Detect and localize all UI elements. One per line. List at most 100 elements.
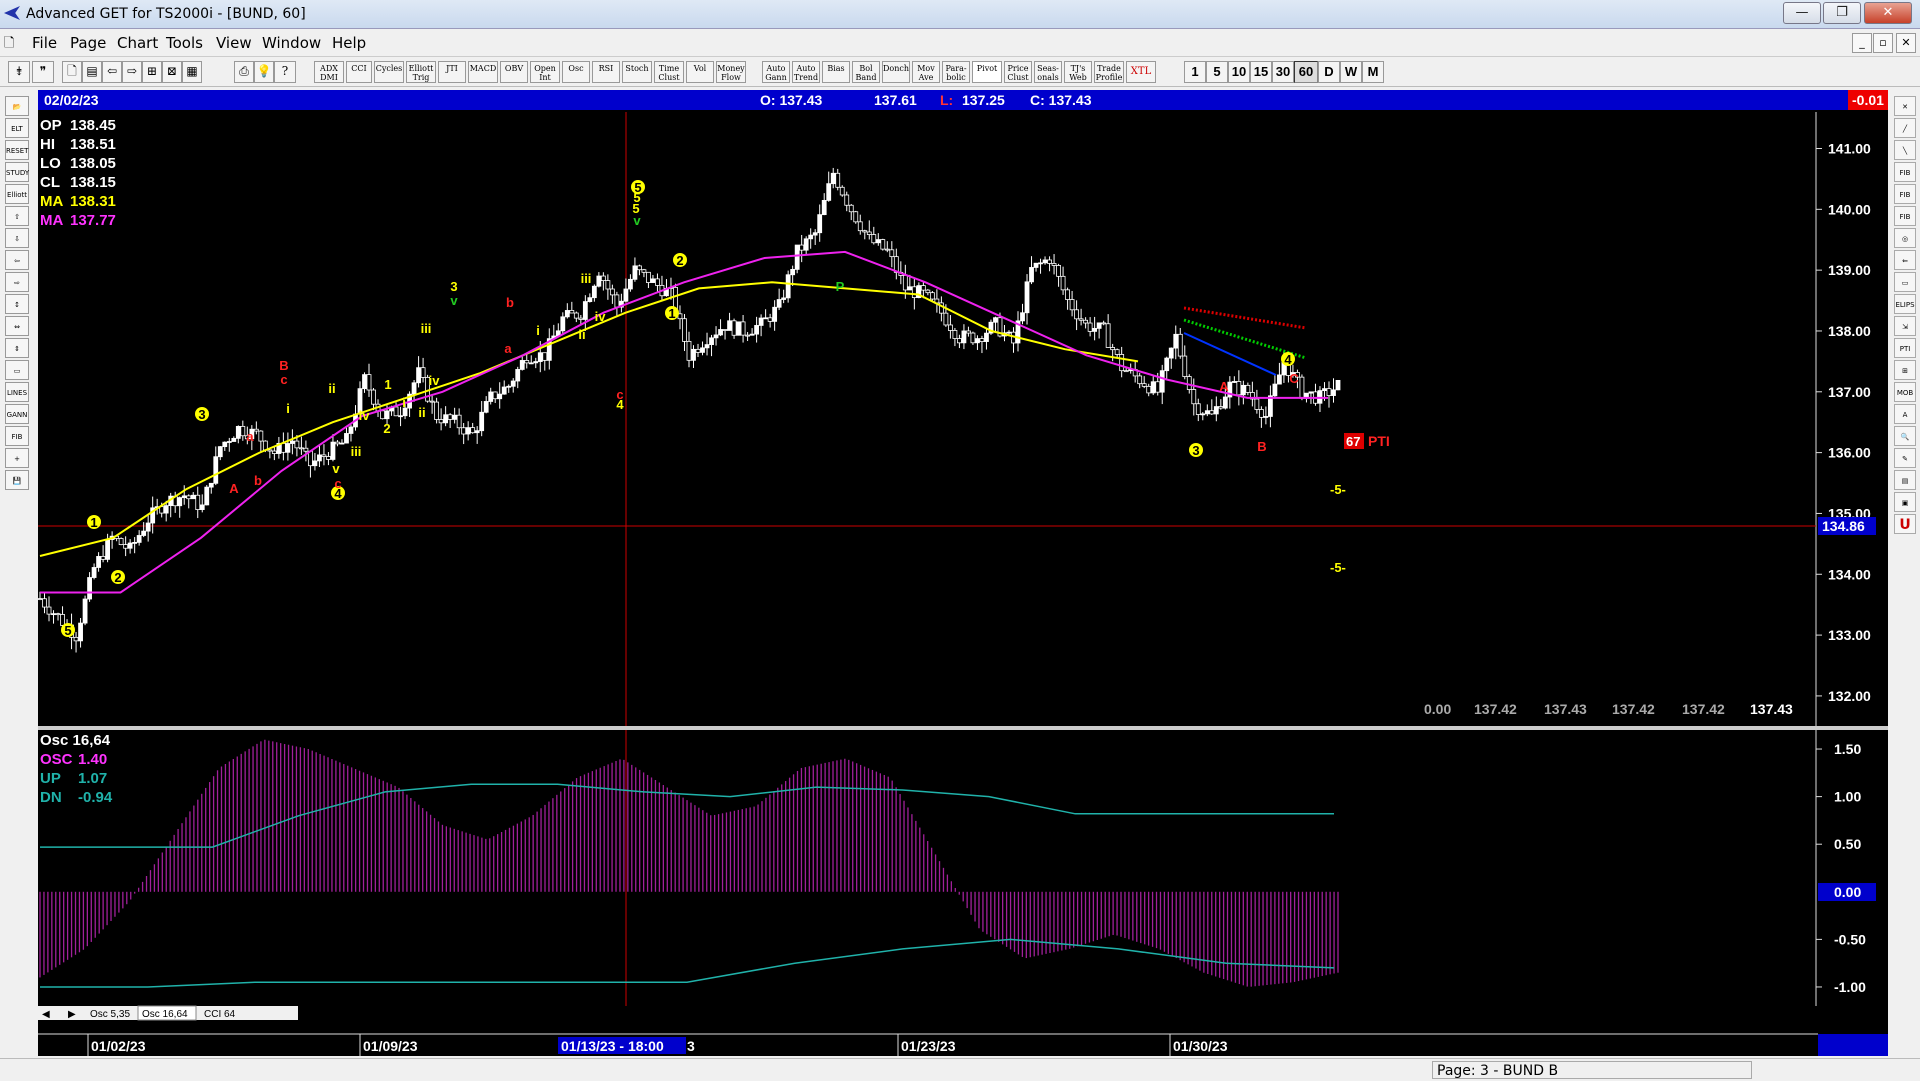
mdi-restore-button[interactable]: ▫ (1873, 33, 1893, 53)
print-icon[interactable]: ⎙ (234, 61, 254, 83)
close-button[interactable]: ✕ (1864, 2, 1912, 24)
menu-window[interactable]: Window (262, 34, 321, 52)
menu-help[interactable]: Help (332, 34, 366, 52)
left-tool-0-icon[interactable]: 📂 (5, 96, 29, 116)
period-1-button[interactable]: 1 (1184, 61, 1206, 83)
right-tool-18-icon[interactable]: ▣ (1894, 492, 1916, 512)
study-time-clust-button[interactable]: Time Clust (654, 61, 684, 83)
auto-trend-button[interactable]: Auto Trend (792, 61, 820, 83)
left-tool-9-icon[interactable]: ↕ (5, 294, 29, 314)
study-jti-button[interactable]: JTI (438, 61, 466, 83)
parabolic-button[interactable]: Para- bolic (942, 61, 970, 83)
period-10-button[interactable]: 10 (1228, 61, 1250, 83)
chart-canvas[interactable]: 02/02/23 O: 137.43 137.61 L: 137.25 C: 1… (37, 90, 1888, 1056)
mdi-close-button[interactable]: ✕ (1896, 33, 1916, 53)
right-tool-9-icon[interactable]: ELIPS (1894, 294, 1916, 314)
left-tool-4-icon[interactable]: Elliott (5, 184, 29, 204)
right-tool-14-icon[interactable]: A (1894, 404, 1916, 424)
forward-icon[interactable]: ⇨ (122, 61, 142, 83)
left-tool-13-icon[interactable]: LINES (5, 382, 29, 402)
left-tool-2-icon[interactable]: RESET (5, 140, 29, 160)
open-icon[interactable]: ▤ (82, 61, 102, 83)
study-money-flow-button[interactable]: Money Flow (716, 61, 746, 83)
tab-cci-64[interactable]: CCI 64 (204, 1009, 236, 1020)
menu-tools[interactable]: Tools (166, 34, 203, 52)
tjs-web-button[interactable]: TJ's Web (1064, 61, 1092, 83)
back-icon[interactable]: ⇦ (102, 61, 122, 83)
right-tool-6-icon[interactable]: ◎ (1894, 228, 1916, 248)
period-5-button[interactable]: 5 (1206, 61, 1228, 83)
panel-splitter[interactable] (38, 726, 1888, 730)
right-tool-10-icon[interactable]: ⇲ (1894, 316, 1916, 336)
left-tool-14-icon[interactable]: GANN (5, 404, 29, 424)
tab-scroll-right[interactable]: ▶ (68, 1009, 76, 1020)
left-tool-6-icon[interactable]: ⇩ (5, 228, 29, 248)
auto-gann-button[interactable]: Auto Gann (762, 61, 790, 83)
quote-tool-icon[interactable]: ❞ (32, 61, 54, 83)
left-tool-5-icon[interactable]: ⇧ (5, 206, 29, 226)
study-open-int-button[interactable]: Open Int (530, 61, 560, 83)
fit-icon[interactable]: ⊠ (162, 61, 182, 83)
left-tool-7-icon[interactable]: ⇦ (5, 250, 29, 270)
study-stoch-button[interactable]: Stoch (622, 61, 652, 83)
doc-icon[interactable]: 🗋 (4, 34, 14, 56)
left-tool-12-icon[interactable]: ▭ (5, 360, 29, 380)
left-tool-15-icon[interactable]: FIB (5, 426, 29, 446)
study-vol-button[interactable]: Vol (686, 61, 714, 83)
left-tool-3-icon[interactable]: STUDY (5, 162, 29, 182)
menu-page[interactable]: Page (70, 34, 106, 52)
right-tool-1-icon[interactable]: ╱ (1894, 118, 1916, 138)
right-tool-3-icon[interactable]: FIB RET (1894, 162, 1916, 197)
right-tool-7-icon[interactable]: ⇐ (1894, 250, 1916, 270)
period-15-button[interactable]: 15 (1250, 61, 1272, 83)
period-weekly-button[interactable]: W (1340, 61, 1362, 83)
xtl-button[interactable]: XTL (1126, 61, 1156, 83)
right-tool-0-icon[interactable]: ✕ (1894, 96, 1916, 116)
donch-button[interactable]: Donch (882, 61, 910, 83)
period-monthly-button[interactable]: M (1362, 61, 1384, 83)
minimize-button[interactable]: — (1783, 2, 1821, 24)
chart-area[interactable]: 02/02/23 O: 137.43 137.61 L: 137.25 C: 1… (37, 90, 1888, 1056)
right-tool-11-icon[interactable]: PTI (1894, 338, 1916, 358)
trade-profile-button[interactable]: Trade Profile (1094, 61, 1124, 83)
period-daily-button[interactable]: D (1318, 61, 1340, 83)
right-tool-13-icon[interactable]: MOB (1894, 382, 1916, 402)
seasonals-button[interactable]: Seas- onals (1034, 61, 1062, 83)
zoom-icon[interactable]: ⊞ (142, 61, 162, 83)
tab-osc-16-64[interactable]: Osc 16,64 (142, 1009, 188, 1020)
right-tool-4-icon[interactable]: FIB EXT (1894, 184, 1916, 219)
left-tool-8-icon[interactable]: ⇨ (5, 272, 29, 292)
bias-button[interactable]: Bias (822, 61, 850, 83)
mov-ave-button[interactable]: Mov Ave (912, 61, 940, 83)
menu-file[interactable]: File (32, 34, 57, 52)
right-tool-19-icon[interactable]: U (1894, 514, 1916, 534)
right-tool-17-icon[interactable]: ▤ (1894, 470, 1916, 490)
study-obv-button[interactable]: OBV (500, 61, 528, 83)
mdi-minimize-button[interactable]: _ (1852, 33, 1872, 53)
left-tool-1-icon[interactable]: ELT (5, 118, 29, 138)
right-tool-8-icon[interactable]: ▭ (1894, 272, 1916, 292)
right-tool-2-icon[interactable]: ╲ (1894, 140, 1916, 160)
pivot-button[interactable]: Pivot (972, 61, 1002, 83)
help-cursor-icon[interactable]: ? (274, 61, 296, 83)
price-clust-button[interactable]: Price Clust (1004, 61, 1032, 83)
study-rsi-button[interactable]: RSI (592, 61, 620, 83)
maximize-button[interactable]: ❐ (1823, 2, 1861, 24)
study-elliott-trig-button[interactable]: Elliott Trig (406, 61, 436, 83)
right-tool-12-icon[interactable]: ⊞ (1894, 360, 1916, 380)
idea-icon[interactable]: 💡 (254, 61, 274, 83)
period-30-button[interactable]: 30 (1272, 61, 1294, 83)
right-tool-15-icon[interactable]: 🔍 (1894, 426, 1916, 446)
left-tool-11-icon[interactable]: ⇕ (5, 338, 29, 358)
tab-scroll-left[interactable]: ◀ (42, 1009, 50, 1020)
tab-osc-5-35[interactable]: Osc 5,35 (90, 1009, 130, 1020)
menu-view[interactable]: View (216, 34, 252, 52)
pointer-tool-icon[interactable]: ⇟ (8, 61, 30, 83)
study-macd-button[interactable]: MACD (468, 61, 498, 83)
study-cycles-button[interactable]: Cycles (374, 61, 404, 83)
study-cci-button[interactable]: CCI (346, 61, 372, 83)
left-tool-17-icon[interactable]: 💾 (5, 470, 29, 490)
bol-band-button[interactable]: Bol Band (852, 61, 880, 83)
right-tool-16-icon[interactable]: ✎ (1894, 448, 1916, 468)
study-adx-dmi-button[interactable]: ADX DMI (314, 61, 344, 83)
